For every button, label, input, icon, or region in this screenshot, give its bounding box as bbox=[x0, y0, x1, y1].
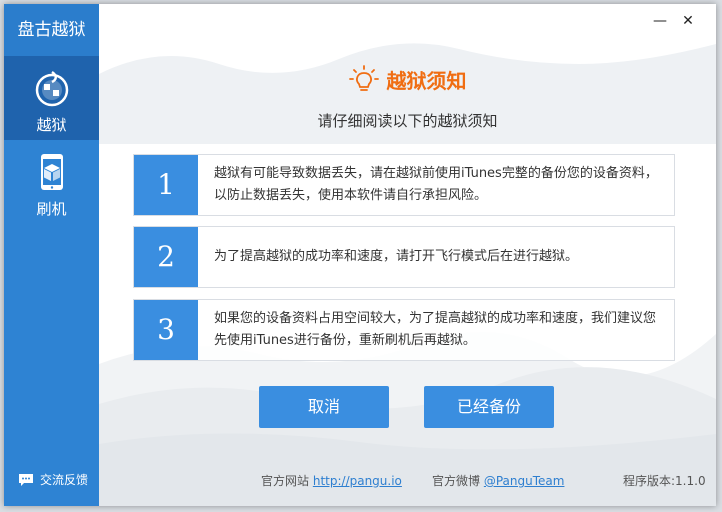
chat-bubble-icon bbox=[19, 473, 33, 486]
cancel-button[interactable]: 取消 bbox=[259, 386, 389, 428]
notice-number: 1 bbox=[134, 155, 198, 215]
close-button[interactable]: ✕ bbox=[679, 12, 697, 30]
notice-text: 为了提高越狱的成功率和速度，请打开飞行模式后在进行越狱。 bbox=[214, 249, 579, 264]
header-title: 越狱须知 bbox=[99, 64, 716, 94]
main-content: — ✕ 越狱须知 请仔细阅读以下的越狱须知 1 越狱有可能导致数据丢失，请在越狱… bbox=[99, 4, 716, 506]
phone-box-icon bbox=[41, 154, 63, 190]
sidebar-item-label: 刷机 bbox=[36, 200, 67, 218]
weibo-link[interactable]: @PanguTeam bbox=[484, 474, 565, 488]
sidebar-item-jailbreak[interactable]: 越狱 bbox=[4, 56, 99, 140]
weibo-label: 官方微博 bbox=[432, 474, 481, 488]
site-link[interactable]: http://pangu.io bbox=[313, 474, 402, 488]
pangu-logo-icon bbox=[35, 70, 69, 107]
lightbulb-icon bbox=[348, 65, 379, 91]
notice-item: 1 越狱有可能导致数据丢失，请在越狱前使用iTunes完整的备份您的设备资料，以… bbox=[133, 154, 675, 216]
version-text: 程序版本:1.1.0 bbox=[623, 474, 706, 488]
notice-item: 3 如果您的设备资料占用空间较大，为了提高越狱的成功率和速度，我们建议您先使用i… bbox=[133, 299, 675, 361]
sidebar-item-flash[interactable]: 刷机 bbox=[4, 140, 99, 224]
notice-text: 越狱有可能导致数据丢失，请在越狱前使用iTunes完整的备份您的设备资料，以防止… bbox=[214, 166, 658, 203]
footer-weibo: 官方微博 @PanguTeam bbox=[432, 472, 564, 489]
backed-up-button[interactable]: 已经备份 bbox=[424, 386, 554, 428]
site-label: 官方网站 bbox=[261, 474, 310, 488]
sidebar-item-label: 越狱 bbox=[36, 116, 67, 134]
page-title: 越狱须知 bbox=[386, 68, 467, 93]
notice-item: 2 为了提高越狱的成功率和速度，请打开飞行模式后在进行越狱。 bbox=[133, 226, 675, 288]
notice-text: 如果您的设备资料占用空间较大，为了提高越狱的成功率和速度，我们建议您先使用iTu… bbox=[214, 311, 657, 348]
app-window: 盘古越狱 越狱 刷机 交流反馈 — ✕ 越狱须知 请仔细阅读以下的越狱须知 1 … bbox=[4, 4, 716, 506]
page-subtitle: 请仔细阅读以下的越狱须知 bbox=[317, 112, 498, 130]
minimize-button[interactable]: — bbox=[651, 12, 669, 30]
app-title: 盘古越狱 bbox=[4, 4, 99, 56]
feedback-label: 交流反馈 bbox=[40, 473, 89, 487]
sidebar: 盘古越狱 越狱 刷机 交流反馈 bbox=[4, 4, 99, 506]
footer-site: 官方网站 http://pangu.io bbox=[261, 472, 402, 489]
notice-number: 3 bbox=[134, 300, 198, 360]
notice-number: 2 bbox=[134, 227, 198, 287]
feedback-link[interactable]: 交流反馈 bbox=[18, 471, 88, 488]
